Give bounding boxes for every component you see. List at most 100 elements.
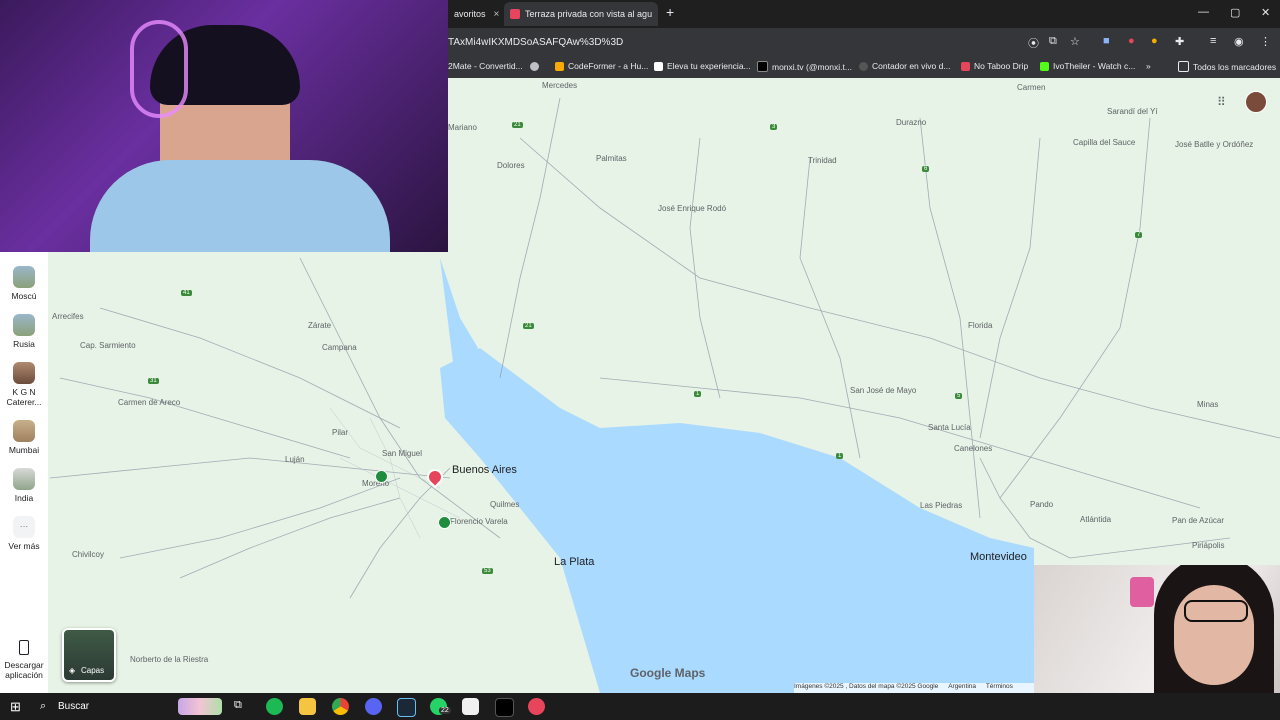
minimize-button[interactable]: — xyxy=(1198,6,1209,18)
bookmark-item[interactable]: 2Mate - Convertid... xyxy=(448,61,523,71)
bookmark-item[interactable]: No Taboo Drip xyxy=(961,61,1028,71)
apps-grid-icon[interactable]: ⠿ xyxy=(1217,95,1226,109)
place-label[interactable]: Carmen de Areco xyxy=(118,398,180,407)
place-label[interactable]: Quilmes xyxy=(490,500,519,509)
place-label[interactable]: José Enrique Rodó xyxy=(658,204,726,213)
place-thumbnail xyxy=(13,420,35,442)
place-label[interactable]: Arrecifes xyxy=(52,312,84,321)
park-marker-icon[interactable] xyxy=(375,470,388,483)
spotify-icon[interactable] xyxy=(266,698,283,715)
sidebar-item-mumbai[interactable]: Mumbai xyxy=(0,420,48,455)
task-view-icon[interactable]: ⧉ xyxy=(234,699,242,712)
city-label-buenos-aires[interactable]: Buenos Aires xyxy=(452,464,517,476)
place-label[interactable]: Pilar xyxy=(332,428,348,437)
extensions-puzzle-icon[interactable]: ✚ xyxy=(1175,35,1184,48)
route-shield: 1 xyxy=(836,453,844,459)
bookmark-label: CodeFormer - a Hu... xyxy=(568,61,649,71)
place-label[interactable]: Mercedes xyxy=(542,81,577,90)
region-link[interactable]: Argentina xyxy=(948,683,976,690)
bookmark-item[interactable]: IvoTheiler - Watch c... xyxy=(1040,61,1135,71)
place-label[interactable]: Pando xyxy=(1030,500,1053,509)
new-tab-button[interactable]: + xyxy=(666,4,674,20)
place-label[interactable]: Dolores xyxy=(497,161,525,170)
all-bookmarks[interactable]: Todos los marcadores xyxy=(1178,61,1276,72)
discord-icon[interactable] xyxy=(365,698,382,715)
tiktok-icon[interactable] xyxy=(495,698,514,717)
account-avatar[interactable] xyxy=(1245,91,1267,113)
place-label[interactable]: Florencio Varela xyxy=(450,517,508,526)
place-label[interactable]: San José de Mayo xyxy=(850,386,916,395)
place-label[interactable]: Canelones xyxy=(954,444,992,453)
place-label[interactable]: José Batlle y Ordóñez xyxy=(1175,140,1253,149)
park-marker-icon[interactable] xyxy=(438,516,451,529)
place-label[interactable]: Cap. Sarmiento xyxy=(80,341,136,350)
place-label[interactable]: Carmen xyxy=(1017,83,1045,92)
place-label[interactable]: Campana xyxy=(322,343,357,352)
city-label-la-plata[interactable]: La Plata xyxy=(554,556,594,568)
place-label[interactable]: San Miguel xyxy=(382,449,422,458)
translate-icon[interactable]: ■ xyxy=(1103,35,1110,47)
place-label[interactable]: Durazno xyxy=(896,118,926,127)
bookmark-favicon xyxy=(961,61,970,71)
place-label[interactable]: Capilla del Sauce xyxy=(1073,138,1135,147)
extension-icon[interactable]: ● xyxy=(1151,35,1158,47)
search-icon[interactable]: ⌕ xyxy=(40,700,46,713)
city-label-montevideo[interactable]: Montevideo xyxy=(970,551,1027,563)
place-label[interactable]: Mariano xyxy=(448,123,477,132)
terms-link[interactable]: Términos xyxy=(986,683,1013,690)
sidebar-item-india[interactable]: India xyxy=(0,468,48,503)
install-icon[interactable]: ⧉ xyxy=(1049,35,1057,48)
tab-bar: avoritos × Terraza privada con vista al … xyxy=(448,0,1280,28)
profile-avatar-icon[interactable]: ◉ xyxy=(1234,35,1244,48)
layers-icon: ◈ xyxy=(69,666,76,675)
sidebar-item-ver-mas[interactable]: ··· Ver más xyxy=(0,516,48,551)
place-label[interactable]: Norberto de la Riestra xyxy=(130,655,208,664)
place-label[interactable]: Las Piedras xyxy=(920,501,962,510)
download-app-button[interactable]: Descargar aplicación xyxy=(0,640,48,680)
app-icon[interactable] xyxy=(528,698,545,715)
bookmark-star-icon[interactable]: ☆ xyxy=(1070,35,1080,48)
location-icon[interactable]: ⦿ xyxy=(1028,35,1039,51)
place-label[interactable]: Luján xyxy=(285,455,305,464)
sidebar-item-rusia[interactable]: Rusia xyxy=(0,314,48,349)
menu-icon[interactable]: ⋮ xyxy=(1260,35,1271,48)
webcam-overlay-streamer xyxy=(0,0,448,252)
place-label[interactable]: Piriápolis xyxy=(1192,541,1224,550)
place-label[interactable]: Trinidad xyxy=(808,156,837,165)
file-explorer-icon[interactable] xyxy=(299,698,316,715)
tab-favoritos[interactable]: avoritos × xyxy=(448,2,504,26)
layers-button[interactable]: ◈ Capas xyxy=(62,628,116,682)
place-label[interactable]: Atlántida xyxy=(1080,515,1111,524)
place-label[interactable]: Palmitas xyxy=(596,154,627,163)
place-label[interactable]: Chivilcoy xyxy=(72,550,104,559)
tab-terraza[interactable]: Terraza privada con vista al agu × xyxy=(504,2,658,26)
close-window-button[interactable]: ✕ xyxy=(1261,6,1270,19)
bookmarks-overflow-button[interactable]: » xyxy=(1146,61,1151,71)
chrome-icon[interactable] xyxy=(332,698,349,715)
store-icon[interactable] xyxy=(462,698,479,715)
taskbar-search[interactable]: Buscar xyxy=(58,701,89,712)
place-label[interactable]: Florida xyxy=(968,321,992,330)
windows-start-icon[interactable]: ⊞ xyxy=(10,699,21,715)
tab-search-icon[interactable]: ≡ xyxy=(1210,35,1216,47)
place-label[interactable]: Zárate xyxy=(308,321,331,330)
search-highlight-icon xyxy=(178,698,222,715)
bookmark-item[interactable]: monxi.tv (@monxi.t... xyxy=(757,61,852,72)
restore-button[interactable]: ▢ xyxy=(1230,6,1240,19)
bookmark-item[interactable]: CodeFormer - a Hu... xyxy=(530,61,648,71)
phone-icon xyxy=(19,640,29,655)
sidebar-item-moscu[interactable]: Moscú xyxy=(0,266,48,301)
route-shield: 7 xyxy=(1135,232,1143,238)
place-label[interactable]: Sarandí del Yí xyxy=(1107,107,1158,116)
close-icon[interactable]: × xyxy=(494,9,500,20)
steam-icon[interactable] xyxy=(397,698,416,717)
extension-icon[interactable]: ● xyxy=(1128,35,1135,47)
place-label[interactable]: Pan de Azúcar xyxy=(1172,516,1224,525)
url-field[interactable]: TAxMi4wIKXMDSoASAFQAw%3D%3D xyxy=(448,37,623,48)
place-label[interactable]: Santa Lucía xyxy=(928,423,971,432)
bookmark-item[interactable]: Eleva tu experiencia... xyxy=(654,61,751,71)
sidebar-item-kgn-caterer[interactable]: K G N Caterer... xyxy=(0,362,48,407)
place-label[interactable]: Minas xyxy=(1197,400,1218,409)
bookmark-item[interactable]: Contador en vivo d... xyxy=(859,61,950,71)
route-shield: 21 xyxy=(523,323,534,329)
